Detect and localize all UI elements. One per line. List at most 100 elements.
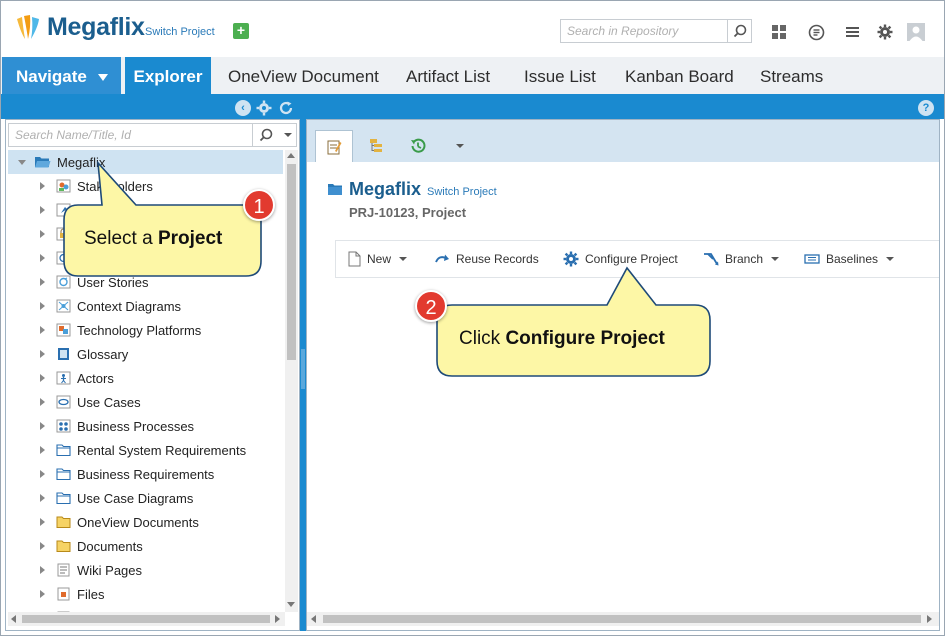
tree-settings-gear-icon[interactable] bbox=[256, 100, 272, 119]
expand-caret-icon[interactable] bbox=[36, 228, 48, 240]
callout-bubble-2 bbox=[436, 266, 711, 377]
tree-item[interactable]: Glossary bbox=[8, 342, 283, 366]
expand-caret-icon[interactable] bbox=[36, 492, 48, 504]
navigate-menu[interactable]: Navigate bbox=[2, 57, 121, 94]
scroll-right-arrow-icon[interactable] bbox=[927, 615, 932, 623]
chevron-down-icon bbox=[97, 74, 108, 82]
expand-caret-icon[interactable] bbox=[36, 252, 48, 264]
tree-horizontal-scrollbar[interactable] bbox=[8, 612, 285, 626]
tree-item[interactable]: Technology Platforms bbox=[8, 318, 283, 342]
scroll-left-arrow-icon[interactable] bbox=[11, 615, 16, 623]
expand-caret-icon[interactable] bbox=[36, 396, 48, 408]
step-1-badge: 1 bbox=[243, 189, 275, 221]
expand-caret-icon[interactable] bbox=[36, 516, 48, 528]
expand-caret-icon[interactable] bbox=[36, 324, 48, 336]
tree-item-label: Documents bbox=[77, 538, 143, 554]
tree-item[interactable]: Use Case Diagrams bbox=[8, 486, 283, 510]
folder-outline-icon bbox=[56, 492, 71, 505]
tree-item[interactable]: Rental System Requirements bbox=[8, 438, 283, 462]
tree-item[interactable]: Actors bbox=[8, 366, 283, 390]
tree-item[interactable]: Business Processes bbox=[8, 414, 283, 438]
history-icon bbox=[411, 138, 426, 153]
more-tabs-dropdown[interactable] bbox=[441, 130, 479, 162]
callout-select-project: Select a Project 1 bbox=[60, 160, 280, 290]
megaflix-logo-icon[interactable] bbox=[13, 13, 41, 41]
scroll-up-arrow-icon[interactable] bbox=[287, 153, 295, 158]
switch-project-link[interactable]: Switch Project bbox=[145, 26, 215, 38]
collapse-left-icon[interactable]: ‹ bbox=[235, 100, 251, 116]
tree-search-options[interactable] bbox=[279, 124, 297, 146]
expanded-caret-icon[interactable] bbox=[16, 156, 28, 168]
baselines-button[interactable]: Baselines bbox=[804, 241, 895, 277]
expand-caret-icon[interactable] bbox=[36, 300, 48, 312]
tab-issue-list[interactable]: Issue List bbox=[514, 57, 606, 94]
tab-properties[interactable] bbox=[315, 130, 353, 162]
search-button[interactable] bbox=[727, 20, 751, 42]
tree-item-label: Business Processes bbox=[77, 418, 195, 434]
tree-item[interactable]: Context Diagrams bbox=[8, 294, 283, 318]
tab-explorer[interactable]: Explorer bbox=[125, 57, 211, 94]
explorer-toolbar-band: ‹ ? bbox=[1, 97, 944, 119]
reuse-arrow-icon bbox=[435, 254, 449, 263]
expand-caret-icon[interactable] bbox=[36, 564, 48, 576]
expand-caret-icon[interactable] bbox=[36, 588, 48, 600]
platform-icon bbox=[56, 323, 71, 337]
tab-streams[interactable]: Streams bbox=[750, 57, 833, 94]
tab-history[interactable] bbox=[399, 130, 437, 162]
expand-caret-icon[interactable] bbox=[36, 468, 48, 480]
scroll-right-arrow-icon[interactable] bbox=[275, 615, 280, 623]
expand-caret-icon[interactable] bbox=[36, 348, 48, 360]
add-button[interactable]: + bbox=[233, 23, 249, 39]
app-title[interactable]: Megaflix bbox=[47, 13, 145, 42]
tree-item[interactable]: Wiki Pages bbox=[8, 558, 283, 582]
refresh-icon[interactable] bbox=[278, 100, 294, 119]
tree-search-input[interactable] bbox=[9, 124, 247, 146]
tab-hierarchy[interactable] bbox=[357, 130, 395, 162]
context-diagram-icon bbox=[56, 299, 71, 313]
new-button[interactable]: New bbox=[348, 241, 408, 277]
expand-caret-icon[interactable] bbox=[36, 540, 48, 552]
chevron-down-icon bbox=[456, 144, 464, 148]
chevron-down-icon bbox=[284, 133, 292, 137]
actor-icon bbox=[56, 371, 71, 385]
dashboard-icon[interactable] bbox=[770, 23, 788, 41]
tab-oneview-document[interactable]: OneView Document bbox=[218, 57, 389, 94]
app-header: Megaflix Switch Project + bbox=[1, 1, 944, 57]
scroll-down-arrow-icon[interactable] bbox=[287, 602, 295, 607]
expand-caret-icon[interactable] bbox=[36, 420, 48, 432]
step-2-badge: 2 bbox=[415, 290, 447, 322]
tab-artifact-list[interactable]: Artifact List bbox=[396, 57, 500, 94]
expand-caret-icon[interactable] bbox=[36, 372, 48, 384]
tree-item[interactable]: Documents bbox=[8, 534, 283, 558]
tree-hscroll-thumb[interactable] bbox=[22, 615, 270, 623]
tree-search-button[interactable] bbox=[252, 124, 278, 146]
expand-caret-icon[interactable] bbox=[36, 444, 48, 456]
tab-kanban-board[interactable]: Kanban Board bbox=[615, 57, 744, 94]
tree-scroll-thumb[interactable] bbox=[287, 164, 296, 360]
help-icon[interactable]: ? bbox=[918, 100, 934, 116]
expand-caret-icon[interactable] bbox=[36, 276, 48, 288]
branch-label: Branch bbox=[725, 252, 764, 266]
tree-item[interactable]: Use Cases bbox=[8, 390, 283, 414]
view-tabstrip bbox=[307, 120, 939, 162]
scroll-left-arrow-icon[interactable] bbox=[311, 615, 316, 623]
tree-item[interactable]: Files bbox=[8, 582, 283, 606]
tree-item[interactable]: Business Requirements bbox=[8, 462, 283, 486]
tree-item-label: Use Case Diagrams bbox=[77, 490, 194, 506]
callout-configure-project: Click Configure Project 2 bbox=[415, 265, 715, 383]
tree-item[interactable]: OneView Documents bbox=[8, 510, 283, 534]
detail-horizontal-scrollbar[interactable] bbox=[307, 612, 939, 626]
repository-search-input[interactable] bbox=[561, 20, 727, 42]
splitter-grip[interactable] bbox=[301, 349, 305, 389]
expand-caret-icon[interactable] bbox=[36, 204, 48, 216]
tree-vertical-scrollbar[interactable] bbox=[285, 150, 298, 612]
project-switch-link[interactable]: Switch Project bbox=[427, 186, 497, 198]
review-icon[interactable] bbox=[807, 23, 825, 41]
detail-hscroll-thumb[interactable] bbox=[323, 615, 921, 623]
wiki-icon bbox=[57, 563, 70, 577]
expand-caret-icon[interactable] bbox=[36, 180, 48, 192]
user-avatar-icon[interactable] bbox=[907, 23, 925, 41]
configure-project-label: Configure Project bbox=[585, 252, 678, 266]
settings-gear-icon[interactable] bbox=[876, 23, 894, 41]
menu-icon[interactable] bbox=[843, 23, 861, 41]
